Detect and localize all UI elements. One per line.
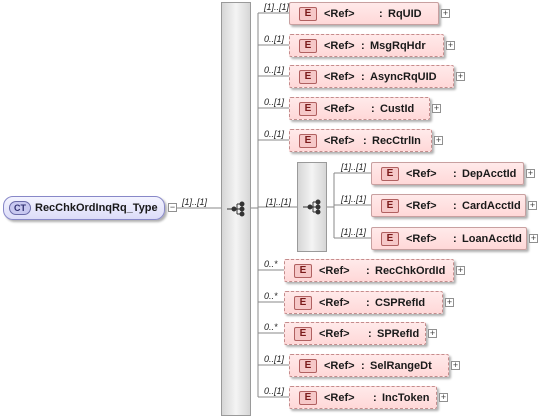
sequence-icon <box>227 201 245 217</box>
element-cardinality: 0..[1] <box>264 386 285 396</box>
element-cardinality: 0..[1] <box>264 97 285 107</box>
element-loanacctid[interactable]: E <Ref>: LoanAcctId <box>371 227 527 250</box>
element-name: SPRefId <box>377 328 420 340</box>
expand-toggle[interactable]: + <box>441 9 450 18</box>
element-icon: E <box>381 167 399 181</box>
element-rquid[interactable]: E <Ref>: RqUID <box>289 2 439 25</box>
element-cardinality: 0..[1] <box>264 65 285 75</box>
element-cardinality: 0..* <box>264 259 278 269</box>
element-name: CSPRefId <box>375 297 426 309</box>
element-cardinality: 0..[1] <box>264 34 285 44</box>
element-icon: E <box>299 39 317 53</box>
element-name: IncToken <box>382 392 430 404</box>
element-cardinality: 0..* <box>264 291 278 301</box>
expand-toggle[interactable]: + <box>456 266 465 275</box>
expand-toggle[interactable]: + <box>428 329 437 338</box>
element-name: RecCtrlIn <box>372 135 421 147</box>
element-name: CardAcctId <box>462 200 521 212</box>
expand-toggle[interactable]: + <box>528 201 537 210</box>
element-cardinality: 0..* <box>264 322 278 332</box>
ref-label: <Ref> <box>406 168 437 180</box>
root-complex-type[interactable]: CT RecChkOrdInqRq_Type <box>3 196 165 220</box>
ref-separator: : <box>366 265 370 277</box>
expand-toggle[interactable]: + <box>432 104 441 113</box>
ref-separator: : <box>379 8 383 20</box>
element-cardinality: 0..[1] <box>264 354 285 364</box>
element-cardinality: [1]..[1] <box>341 227 367 237</box>
ref-separator: : <box>368 328 372 340</box>
expand-toggle[interactable]: + <box>451 361 460 370</box>
ref-separator: : <box>373 392 377 404</box>
element-icon: E <box>381 232 399 246</box>
element-icon: E <box>381 199 399 213</box>
element-cardinality: [1]..[1] <box>341 162 367 172</box>
ref-label: <Ref> <box>406 233 437 245</box>
ref-separator: : <box>371 103 375 115</box>
ref-label: <Ref> <box>406 200 437 212</box>
ref-label: <Ref> <box>319 265 350 277</box>
element-name: DepAcctId <box>462 168 517 180</box>
root-type-name: RecChkOrdInqRq_Type <box>35 202 158 214</box>
expand-toggle[interactable]: + <box>439 393 448 402</box>
element-icon: E <box>299 7 317 21</box>
ref-label: <Ref> <box>324 71 355 83</box>
inner-sequence-cardinality: [1]..[1] <box>266 197 292 207</box>
ref-separator: : <box>453 168 457 180</box>
ref-separator: : <box>366 297 370 309</box>
ref-separator: : <box>453 200 457 212</box>
element-cardinality: [1]..[1] <box>264 2 290 12</box>
inner-sequence-icon <box>303 199 321 215</box>
complex-type-icon: CT <box>9 201 31 215</box>
ref-label: <Ref> <box>319 297 350 309</box>
element-cardacctid[interactable]: E <Ref>: CardAcctId <box>371 194 526 217</box>
element-name: MsgRqHdr <box>370 40 426 52</box>
element-icon: E <box>294 296 312 310</box>
root-cardinality: [1]..[1] <box>182 197 208 207</box>
ref-label: <Ref> <box>324 8 355 20</box>
expand-toggle[interactable]: + <box>446 41 455 50</box>
element-icon: E <box>299 391 317 405</box>
element-name: SelRangeDt <box>370 360 432 372</box>
element-name: RecChkOrdId <box>375 265 446 277</box>
ref-label: <Ref> <box>319 328 350 340</box>
element-icon: E <box>299 70 317 84</box>
ref-separator: : <box>361 40 365 52</box>
ref-label: <Ref> <box>324 135 355 147</box>
element-sprefid[interactable]: E <Ref>: SPRefId <box>284 322 426 345</box>
ref-label: <Ref> <box>324 40 355 52</box>
element-icon: E <box>294 264 312 278</box>
expand-toggle[interactable]: + <box>445 298 454 307</box>
ref-separator: : <box>361 360 365 372</box>
element-recctrlin[interactable]: E <Ref>: RecCtrlIn <box>289 129 432 152</box>
element-custid[interactable]: E <Ref>: CustId <box>289 97 430 120</box>
element-msgrqhdr[interactable]: E <Ref>: MsgRqHdr <box>289 34 444 57</box>
element-selrangedt[interactable]: E <Ref>: SelRangeDt <box>289 354 449 377</box>
element-name: LoanAcctId <box>462 233 522 245</box>
element-name: RqUID <box>388 8 422 20</box>
ref-label: <Ref> <box>324 103 355 115</box>
element-csprefid[interactable]: E <Ref>: CSPRefId <box>284 291 443 314</box>
element-icon: E <box>299 102 317 116</box>
ref-label: <Ref> <box>324 392 355 404</box>
element-name: AsyncRqUID <box>370 71 437 83</box>
element-cardinality: 0..[1] <box>264 129 285 139</box>
expand-toggle[interactable]: + <box>434 136 443 145</box>
element-recchkordid[interactable]: E <Ref>: RecChkOrdId <box>284 259 454 282</box>
expand-toggle[interactable]: + <box>456 72 465 81</box>
element-cardinality: [1]..[1] <box>341 194 367 204</box>
ref-label: <Ref> <box>324 360 355 372</box>
ref-separator: : <box>361 71 365 83</box>
element-icon: E <box>299 359 317 373</box>
root-collapse-toggle[interactable]: − <box>168 203 177 212</box>
element-inctoken[interactable]: E <Ref>: IncToken <box>289 386 437 409</box>
ref-separator: : <box>453 233 457 245</box>
ref-separator: : <box>363 135 367 147</box>
expand-toggle[interactable]: + <box>526 169 535 178</box>
element-asyncrquid[interactable]: E <Ref>: AsyncRqUID <box>289 65 454 88</box>
element-icon: E <box>299 134 317 148</box>
element-name: CustId <box>380 103 415 115</box>
element-depacctid[interactable]: E <Ref>: DepAcctId <box>371 162 524 185</box>
element-icon: E <box>294 327 312 341</box>
expand-toggle[interactable]: + <box>529 234 538 243</box>
